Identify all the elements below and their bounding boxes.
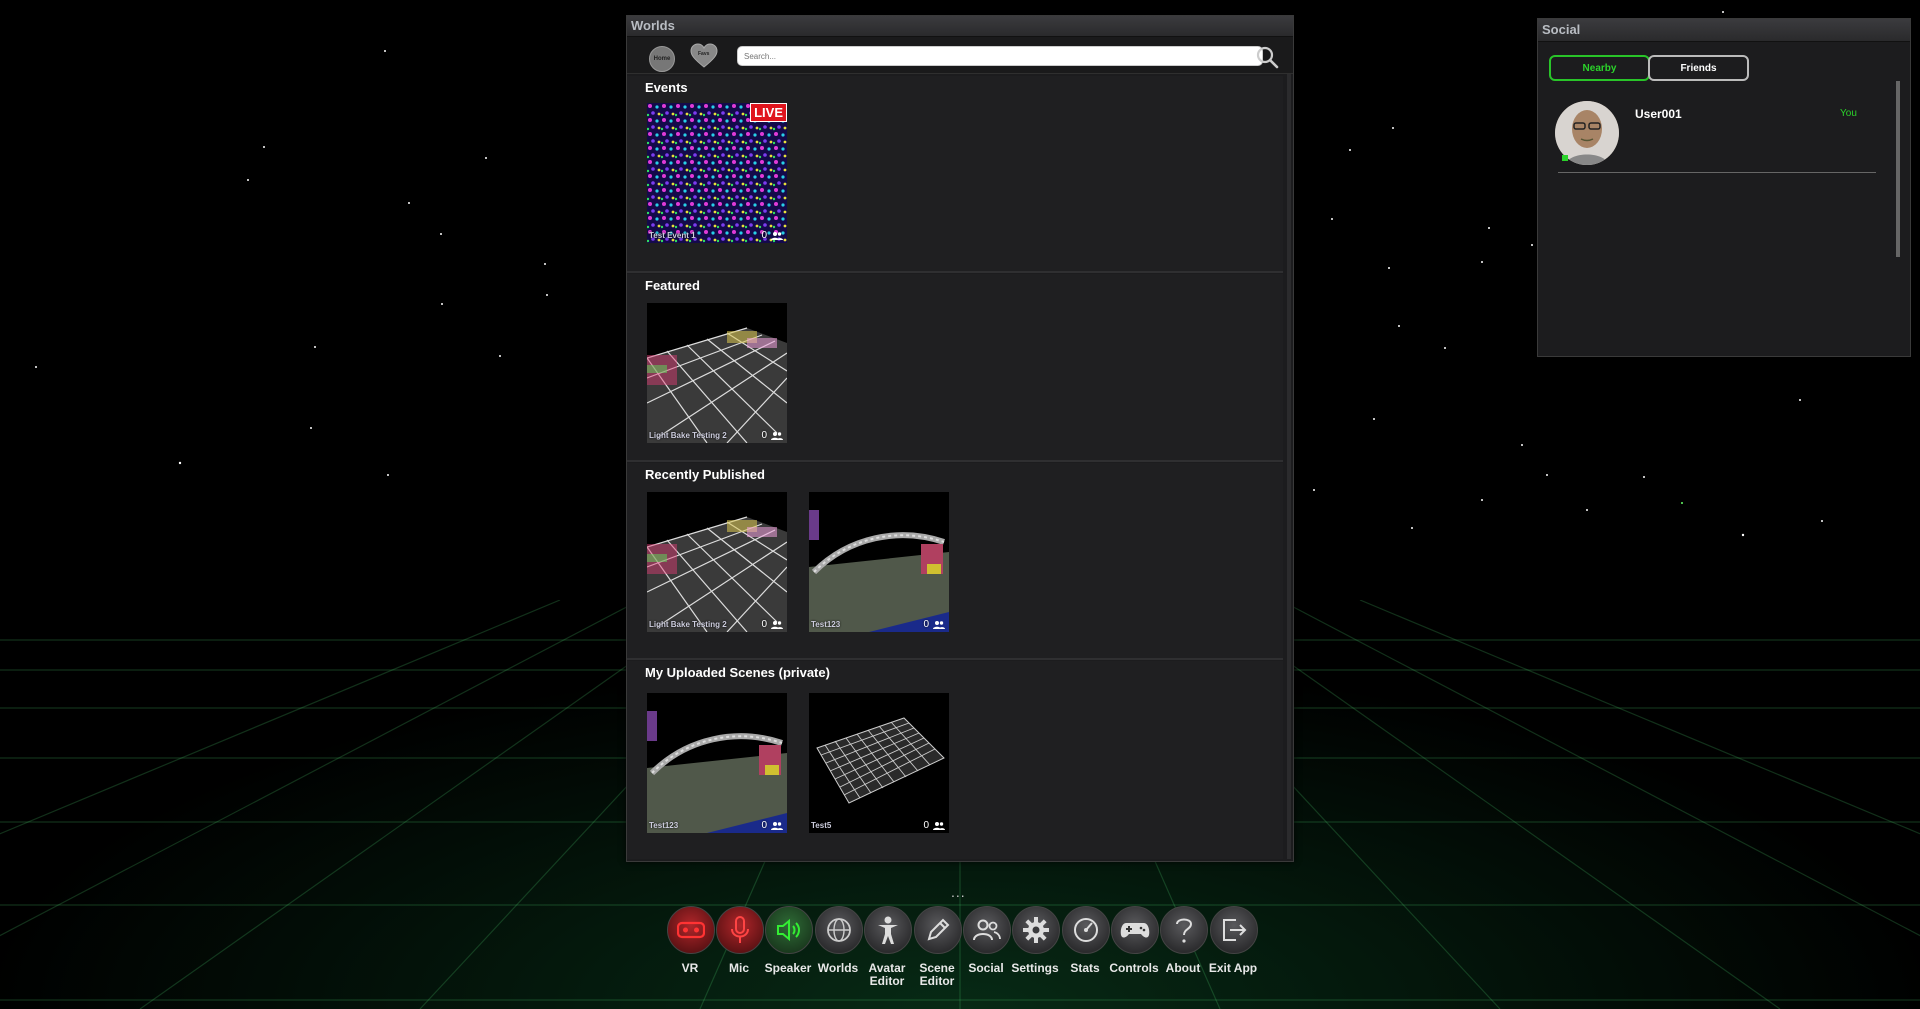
featured-title: Featured <box>645 278 700 293</box>
user-count: 0 <box>761 820 767 831</box>
about-button[interactable] <box>1160 906 1208 954</box>
question-icon <box>1176 918 1193 943</box>
world-name: Test5 <box>811 821 832 830</box>
worlds-panel-title: Worlds <box>627 16 1293 37</box>
user-count: 0 <box>761 430 767 441</box>
worlds-button[interactable] <box>815 906 863 954</box>
pencil-icon <box>927 918 950 941</box>
user-count: 0 <box>761 230 767 241</box>
speaker-icon <box>777 918 800 942</box>
grid-world-thumbnail <box>647 492 787 632</box>
stage-world-thumbnail <box>809 492 949 632</box>
social-panel-title: Social <box>1538 19 1910 42</box>
social-scrollbar[interactable] <box>1896 81 1900 257</box>
users-icon <box>771 432 783 440</box>
world-name: Test Event 1 <box>649 231 696 240</box>
settings-button[interactable] <box>1012 906 1060 954</box>
social-panel: Social Nearby Friends User001 You <box>1537 18 1911 357</box>
search-button[interactable] <box>1254 44 1280 70</box>
users-icon <box>933 621 945 629</box>
recently-published-section: Recently Published Light Bake Testing 2 … <box>627 463 1283 660</box>
user-name: User001 <box>1635 107 1682 121</box>
world-card-test-event-1[interactable]: LIVE Test Event 1 0 <box>647 103 787 243</box>
home-button[interactable]: Home <box>649 46 675 72</box>
world-card-light-bake-testing-2[interactable]: Light Bake Testing 2 0 <box>647 303 787 443</box>
home-label: Home <box>653 56 671 62</box>
event-thumbnail <box>647 103 787 243</box>
controls-button[interactable] <box>1111 906 1159 954</box>
vr-button[interactable] <box>667 906 715 954</box>
search-input[interactable] <box>737 46 1263 66</box>
scene-editor-button[interactable] <box>914 906 962 954</box>
featured-section: Featured Light Bake Testing 2 0 <box>627 274 1283 462</box>
users-icon <box>771 232 783 240</box>
my-uploaded-scenes-section: My Uploaded Scenes (private) Test123 0 T… <box>627 661 1283 859</box>
live-badge: LIVE <box>750 103 787 122</box>
world-name: Light Bake Testing 2 <box>649 620 727 629</box>
world-card-test123[interactable]: Test123 0 <box>647 693 787 833</box>
online-status-dot <box>1562 155 1568 161</box>
favorites-button[interactable]: Favs <box>690 43 718 69</box>
person-icon <box>878 916 898 944</box>
worlds-scrollbar[interactable] <box>1287 74 1291 859</box>
user-divider <box>1558 172 1876 173</box>
grid-tile-thumbnail <box>809 693 949 833</box>
events-section: Events LIVE Test Event 1 0 <box>627 76 1283 273</box>
tab-nearby[interactable]: Nearby <box>1549 55 1650 81</box>
world-name: Test123 <box>649 821 679 830</box>
events-title: Events <box>645 80 688 95</box>
search-icon <box>1256 46 1279 69</box>
world-name: Light Bake Testing 2 <box>649 431 727 440</box>
you-badge: You <box>1840 108 1857 119</box>
recently-published-title: Recently Published <box>645 467 765 482</box>
exit-app-label: Exit App <box>1208 961 1258 975</box>
users-icon <box>771 621 783 629</box>
exit-icon <box>1223 919 1247 941</box>
users-icon <box>771 822 783 830</box>
world-card-test123[interactable]: Test123 0 <box>809 492 949 632</box>
avatar-editor-button[interactable] <box>864 906 912 954</box>
globe-icon <box>827 918 851 942</box>
world-card-test5[interactable]: Test5 0 <box>809 693 949 833</box>
user-count: 0 <box>923 820 929 831</box>
my-uploaded-scenes-title: My Uploaded Scenes (private) <box>645 665 830 680</box>
stage-world-thumbnail <box>647 693 787 833</box>
world-card-light-bake-testing-2[interactable]: Light Bake Testing 2 0 <box>647 492 787 632</box>
favs-label: Favs <box>698 51 710 57</box>
people-icon <box>973 919 1001 941</box>
worlds-panel: Worlds Home Favs Events <box>626 15 1294 862</box>
users-icon <box>933 822 945 830</box>
social-button[interactable] <box>963 906 1011 954</box>
gamepad-icon <box>1120 923 1150 938</box>
speaker-button[interactable] <box>765 906 813 954</box>
gear-icon <box>1023 917 1049 943</box>
user-count: 0 <box>923 619 929 630</box>
gauge-icon <box>1074 918 1098 942</box>
exit-app-button[interactable] <box>1210 906 1258 954</box>
grid-world-thumbnail <box>647 303 787 443</box>
user-count: 0 <box>761 619 767 630</box>
mic-button[interactable] <box>716 906 764 954</box>
tab-friends[interactable]: Friends <box>1648 55 1749 81</box>
microphone-icon <box>731 916 749 943</box>
worlds-toolbar: Home Favs <box>627 37 1293 74</box>
more-menu-button[interactable]: ... <box>951 884 966 900</box>
vr-headset-icon <box>677 921 705 939</box>
stats-button[interactable] <box>1062 906 1110 954</box>
world-name: Test123 <box>811 620 841 629</box>
